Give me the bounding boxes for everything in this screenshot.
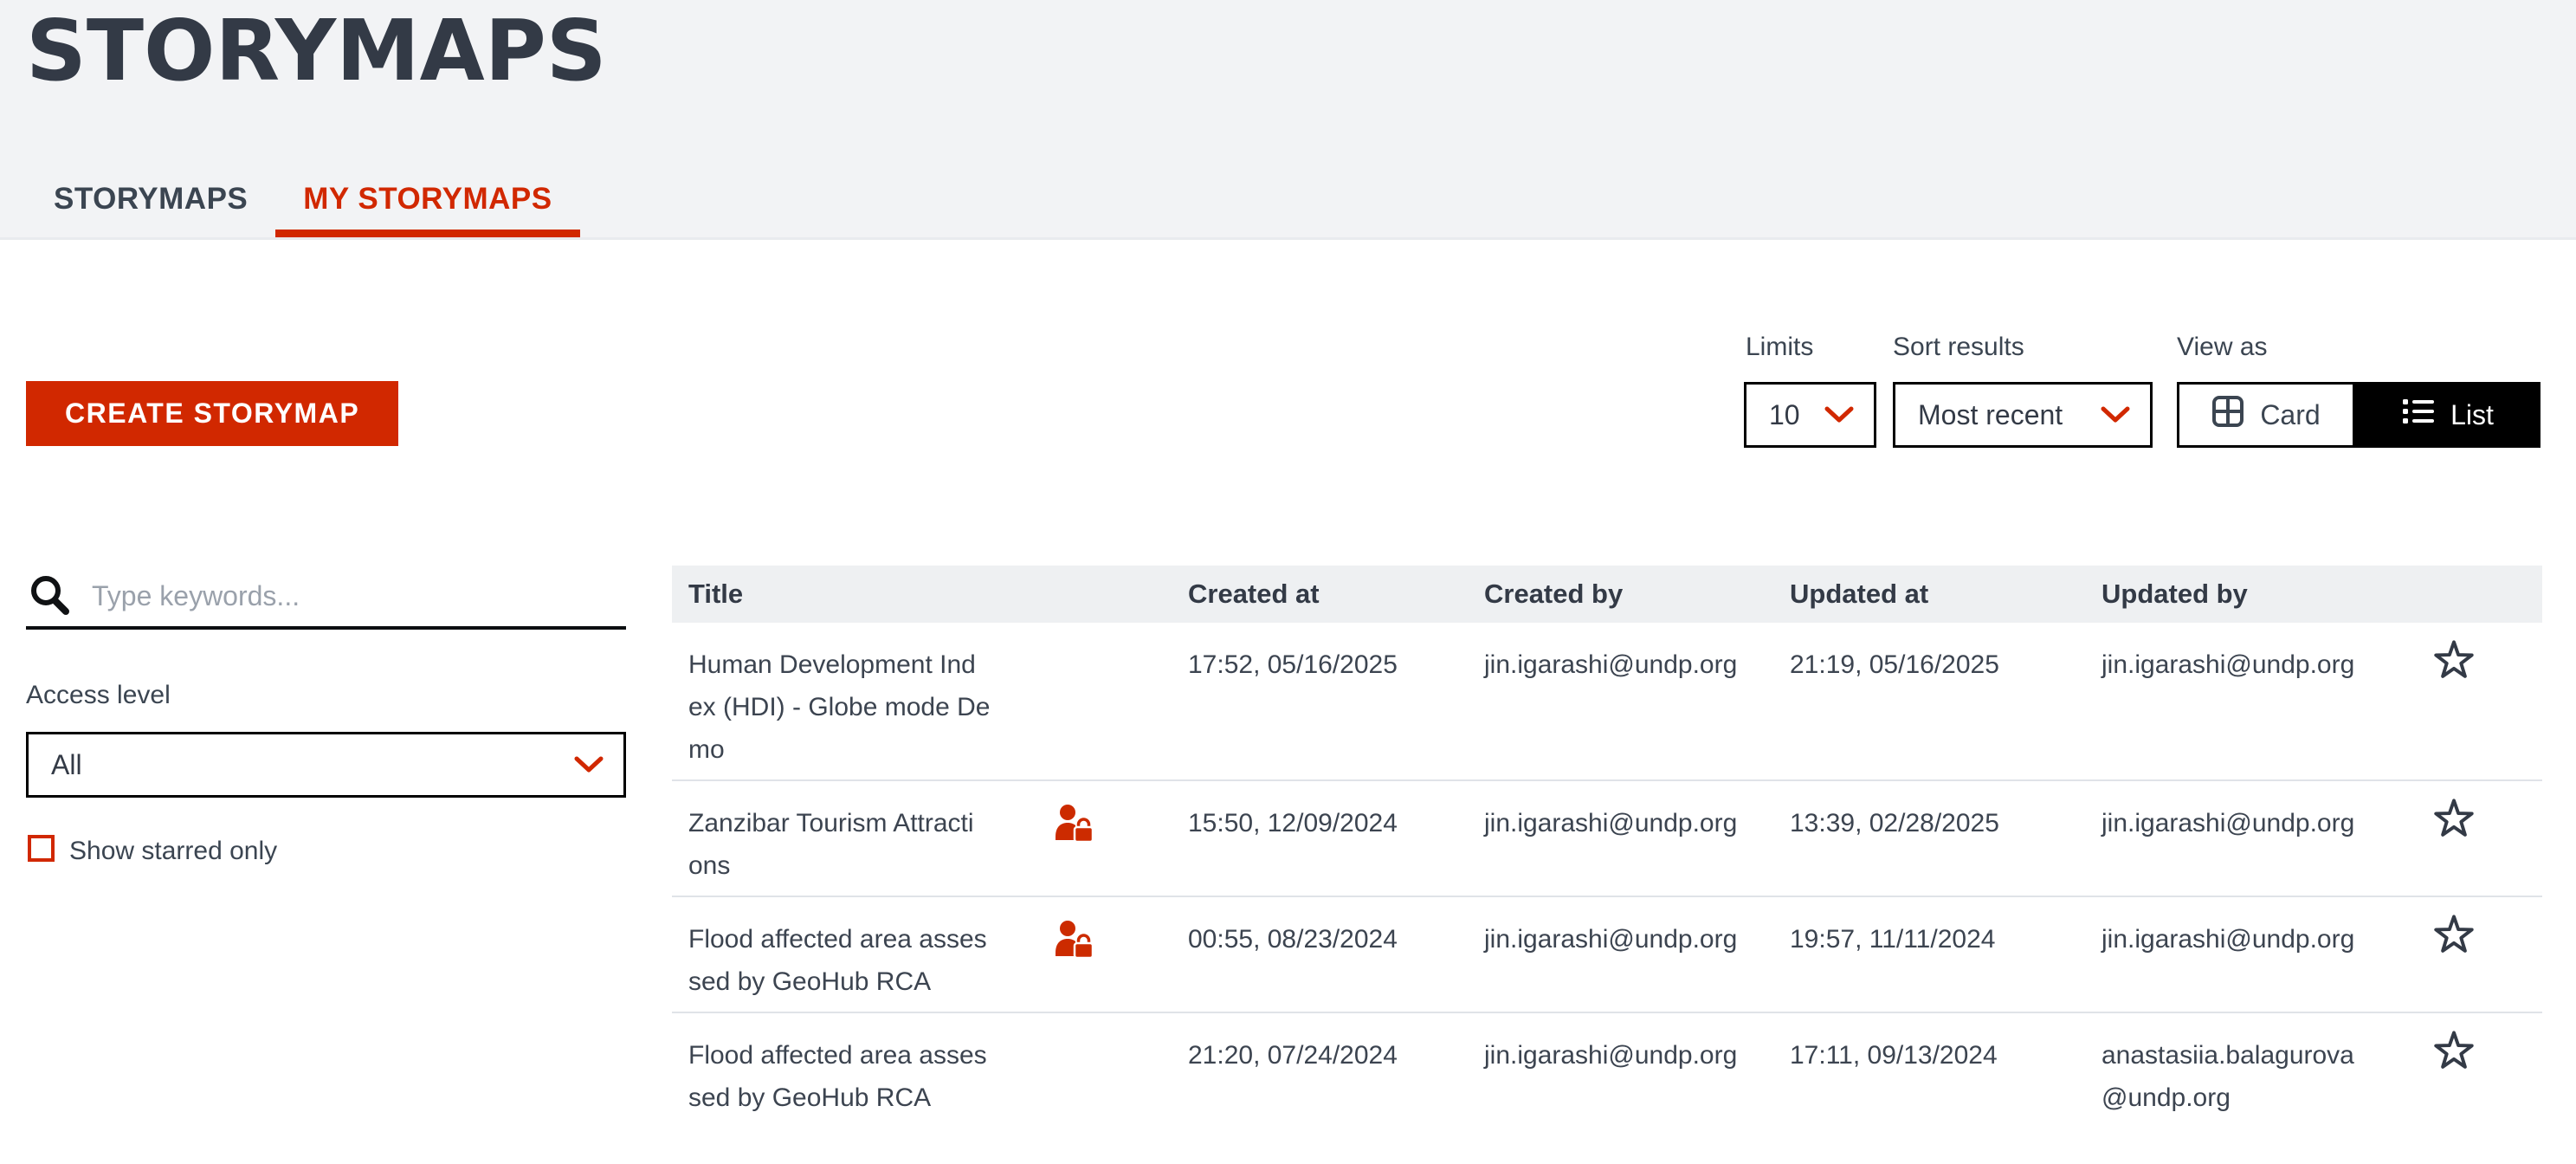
show-starred-checkbox[interactable] bbox=[28, 835, 55, 862]
updated-by-cell: jin.igarashi@undp.org bbox=[2101, 643, 2424, 771]
updated-at-cell: 19:57, 11/11/2024 bbox=[1790, 918, 2101, 1003]
sort-results-value: Most recent bbox=[1918, 399, 2063, 431]
star-toggle-button[interactable] bbox=[2433, 913, 2475, 957]
view-list-button[interactable]: List bbox=[2355, 382, 2540, 448]
access-level-label: Access level bbox=[26, 681, 171, 710]
tab-bar: STORYMAPS MY STORYMAPS bbox=[26, 168, 580, 237]
restricted-user-lock-icon bbox=[1053, 920, 1094, 966]
storymap-title[interactable]: Flood affected area assessed by GeoHub R… bbox=[688, 1034, 1035, 1119]
card-grid-icon bbox=[2211, 395, 2244, 435]
page-header: STORYMAPS STORYMAPS MY STORYMAPS bbox=[0, 0, 2576, 240]
star-cell bbox=[2424, 918, 2542, 1003]
search-input[interactable] bbox=[92, 575, 577, 617]
access-level-select[interactable]: All bbox=[26, 732, 626, 798]
sort-results-select[interactable]: Most recent bbox=[1893, 382, 2153, 448]
updated-at-cell: 17:11, 09/13/2024 bbox=[1790, 1034, 2101, 1119]
tab-my-storymaps[interactable]: MY STORYMAPS bbox=[275, 168, 579, 237]
limits-select[interactable]: 10 bbox=[1744, 382, 1876, 448]
storymap-title[interactable]: Flood affected area assessed by GeoHub R… bbox=[688, 918, 1035, 1003]
star-cell bbox=[2424, 1034, 2542, 1119]
table-body: Human Development Index (HDI) - Globe mo… bbox=[672, 623, 2542, 1128]
star-toggle-button[interactable] bbox=[2433, 638, 2475, 682]
created-by-cell: jin.igarashi@undp.org bbox=[1484, 643, 1790, 771]
access-level-value: All bbox=[51, 749, 82, 781]
create-storymap-button[interactable]: CREATE STORYMAP bbox=[26, 381, 398, 446]
table-row[interactable]: Human Development Index (HDI) - Globe mo… bbox=[672, 623, 2542, 779]
view-card-button[interactable]: Card bbox=[2177, 382, 2355, 448]
limits-value: 10 bbox=[1769, 399, 1800, 431]
created-by-cell: jin.igarashi@undp.org bbox=[1484, 1034, 1790, 1119]
storymaps-table: Title Created at Created by Updated at U… bbox=[672, 566, 2542, 1128]
star-toggle-button[interactable] bbox=[2433, 797, 2475, 841]
created-by-cell: jin.igarashi@undp.org bbox=[1484, 802, 1790, 887]
updated-by-cell: jin.igarashi@undp.org bbox=[2101, 802, 2424, 887]
column-header-title[interactable]: Title bbox=[672, 579, 1188, 610]
title-cell[interactable]: Flood affected area assessed by GeoHub R… bbox=[672, 1034, 1188, 1119]
star-cell bbox=[2424, 643, 2542, 771]
title-cell[interactable]: Flood affected area assessed by GeoHub R… bbox=[672, 918, 1188, 1003]
updated-by-cell: anastasiia.balagurova@undp.org bbox=[2101, 1034, 2424, 1119]
chevron-down-icon bbox=[2100, 399, 2131, 431]
table-row[interactable]: Flood affected area assessed by GeoHub R… bbox=[672, 896, 2542, 1012]
chevron-down-icon bbox=[1824, 399, 1855, 431]
search-icon bbox=[28, 573, 73, 623]
column-header-created-by[interactable]: Created by bbox=[1484, 579, 1790, 610]
updated-at-cell: 21:19, 05/16/2025 bbox=[1790, 643, 2101, 771]
view-card-label: Card bbox=[2260, 399, 2320, 431]
table-header-row: Title Created at Created by Updated at U… bbox=[672, 566, 2542, 623]
created-at-cell: 17:52, 05/16/2025 bbox=[1188, 643, 1484, 771]
storymap-title[interactable]: Human Development Index (HDI) - Globe mo… bbox=[688, 643, 1035, 771]
title-cell[interactable]: Human Development Index (HDI) - Globe mo… bbox=[672, 643, 1188, 771]
title-cell[interactable]: Zanzibar Tourism Attractions bbox=[672, 802, 1188, 887]
created-at-cell: 15:50, 12/09/2024 bbox=[1188, 802, 1484, 887]
chevron-down-icon bbox=[573, 749, 604, 781]
column-header-created-at[interactable]: Created at bbox=[1188, 579, 1484, 610]
show-starred-label: Show starred only bbox=[69, 837, 277, 866]
created-at-cell: 21:20, 07/24/2024 bbox=[1188, 1034, 1484, 1119]
view-list-label: List bbox=[2450, 399, 2494, 431]
restricted-user-lock-icon bbox=[1053, 804, 1094, 850]
column-header-updated-at[interactable]: Updated at bbox=[1790, 579, 2101, 610]
tab-storymaps[interactable]: STORYMAPS bbox=[26, 168, 275, 237]
created-at-cell: 00:55, 08/23/2024 bbox=[1188, 918, 1484, 1003]
search-underline bbox=[26, 626, 626, 630]
updated-by-cell: jin.igarashi@undp.org bbox=[2101, 918, 2424, 1003]
sort-results-label: Sort results bbox=[1893, 333, 2024, 362]
updated-at-cell: 13:39, 02/28/2025 bbox=[1790, 802, 2101, 887]
list-icon bbox=[2402, 398, 2435, 431]
column-header-updated-by[interactable]: Updated by bbox=[2101, 579, 2424, 610]
limits-label: Limits bbox=[1746, 333, 1813, 362]
table-row[interactable]: Flood affected area assessed by GeoHub R… bbox=[672, 1012, 2542, 1128]
table-row[interactable]: Zanzibar Tourism Attractions 15:50, 12/0… bbox=[672, 779, 2542, 896]
created-by-cell: jin.igarashi@undp.org bbox=[1484, 918, 1790, 1003]
star-cell bbox=[2424, 802, 2542, 887]
view-as-label: View as bbox=[2177, 333, 2268, 362]
page-title: STORYMAPS bbox=[26, 2, 607, 100]
star-toggle-button[interactable] bbox=[2433, 1029, 2475, 1073]
storymap-title[interactable]: Zanzibar Tourism Attractions bbox=[688, 802, 1035, 887]
